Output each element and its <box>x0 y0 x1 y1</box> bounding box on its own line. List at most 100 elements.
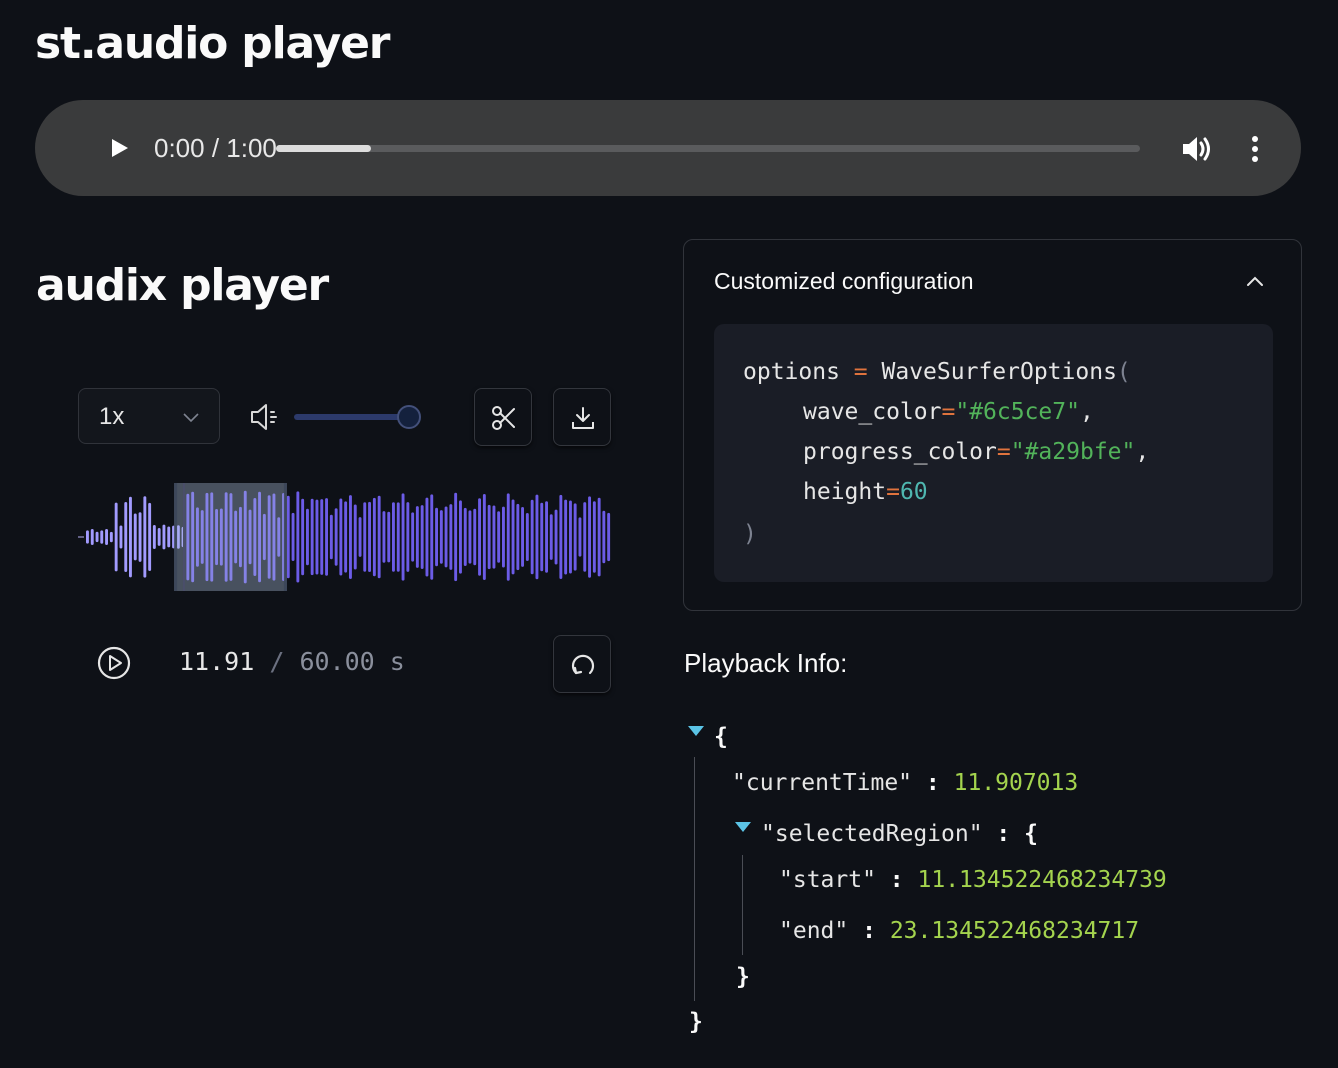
waveform-bar <box>430 494 434 580</box>
waveform-bar <box>100 530 104 544</box>
code-token: wave_color <box>803 399 942 425</box>
volume-icon[interactable] <box>1181 134 1213 164</box>
code-token: , <box>1079 399 1094 425</box>
region-end-handle[interactable] <box>283 483 287 591</box>
volume-slider-track[interactable] <box>294 414 408 420</box>
waveform-bar <box>363 502 367 572</box>
json-colon: : <box>862 918 876 944</box>
waveform-bar <box>296 491 300 583</box>
waveform-bar <box>573 503 577 571</box>
play-circle-icon[interactable] <box>96 645 132 681</box>
waveform-bar <box>315 499 319 575</box>
volume-slider-thumb[interactable] <box>397 405 421 429</box>
collapse-triangle-icon[interactable] <box>687 725 705 737</box>
json-value: 23.134522468234717 <box>889 918 1140 944</box>
waveform-bar <box>545 501 548 573</box>
code-token: 60 <box>899 479 928 505</box>
waveform-bar <box>578 517 582 557</box>
scissors-icon <box>492 406 515 430</box>
waveform-bar <box>506 493 510 581</box>
waveform-bar <box>334 508 338 566</box>
waveform-bar <box>492 505 496 569</box>
native-audio-player: 0:00 / 1:00 <box>35 100 1301 196</box>
total-time: 60.00 <box>299 647 375 676</box>
waveform-bar <box>353 504 357 570</box>
waveform-bar <box>368 501 371 572</box>
waveform-bar <box>592 501 596 573</box>
waveform-canvas[interactable] <box>78 480 612 594</box>
waveform-bar <box>535 494 539 580</box>
waveform-bar <box>105 529 108 545</box>
code-line-5: ) <box>743 521 757 547</box>
download-button[interactable] <box>553 388 611 446</box>
waveform-bar <box>90 529 94 545</box>
json-guide-line <box>742 855 743 955</box>
waveform-bar <box>559 494 563 579</box>
json-open-brace: { <box>714 724 728 750</box>
volume-low-icon[interactable] <box>248 400 282 434</box>
waveform-bar <box>487 504 491 570</box>
waveform-bar <box>148 502 152 571</box>
waveform-bar <box>425 497 429 577</box>
app-page: st.audio player 0:00 / 1:00 audix player… <box>0 0 1338 1068</box>
waveform-bar <box>607 512 611 562</box>
speed-value: 1x <box>99 403 125 430</box>
json-key: "selectedRegion" <box>761 821 983 847</box>
playback-speed-select[interactable]: 1x <box>78 388 220 444</box>
waveform-bar <box>521 507 524 567</box>
code-token: = <box>996 439 1011 465</box>
download-icon <box>572 407 594 429</box>
trim-region-button[interactable] <box>474 388 532 446</box>
json-row-end: "end" : 23.134522468234717 <box>779 916 1139 946</box>
time-readout: 11.91 / 60.00 s <box>179 647 405 677</box>
code-token: = <box>941 399 956 425</box>
waveform-bar <box>463 507 467 566</box>
json-guide-line <box>694 757 695 1001</box>
waveform-bar <box>449 504 453 570</box>
code-token: , <box>1135 439 1150 465</box>
json-value: 11.134522468234739 <box>917 867 1167 893</box>
code-line-2: wave_color="#6c5ce7", <box>803 397 1094 427</box>
time-separator: / <box>269 647 285 676</box>
waveform-bar <box>439 510 443 564</box>
json-colon: : <box>996 821 1011 847</box>
json-colon: : <box>889 867 904 893</box>
waveform-bar <box>588 496 591 578</box>
waveform-bar <box>143 496 147 578</box>
native-progress-bar[interactable] <box>276 145 1140 152</box>
code-token: progress_color <box>803 439 997 465</box>
waveform-bar <box>392 502 395 572</box>
json-row-current-time: "currentTime" : 11.907013 <box>732 768 1078 798</box>
waveform-bar <box>549 514 553 560</box>
waveform-bar <box>301 498 305 576</box>
waveform-bar <box>377 495 381 579</box>
expander-title[interactable]: Customized configuration <box>714 268 974 295</box>
config-expander: Customized configuration options = WaveS… <box>683 239 1302 611</box>
selected-region[interactable] <box>174 483 287 591</box>
waveform-bar <box>86 530 89 544</box>
waveform-bar <box>569 500 572 574</box>
code-line-4: height=60 <box>803 477 928 507</box>
waveform-bar <box>109 531 113 543</box>
waveform-bar <box>310 498 314 576</box>
code-token: = <box>886 479 900 505</box>
collapse-triangle-icon[interactable] <box>734 821 752 833</box>
json-key: "start" <box>779 867 876 893</box>
waveform-bar <box>435 507 438 567</box>
current-time: 11.91 <box>179 647 255 676</box>
waveform-bar <box>420 505 424 569</box>
play-icon[interactable] <box>107 136 131 160</box>
chevron-up-icon[interactable] <box>1244 270 1266 292</box>
code-token: options <box>743 359 840 385</box>
waveform-bar <box>320 499 324 575</box>
waveform-bar <box>401 493 405 581</box>
region-start-handle[interactable] <box>174 483 178 591</box>
waveform-bar <box>329 514 333 560</box>
json-key: "currentTime" <box>732 770 913 796</box>
more-options-icon[interactable] <box>1245 134 1265 164</box>
waveform-bar <box>124 502 128 572</box>
waveform-bar <box>468 510 472 564</box>
waveform-bar <box>133 513 137 561</box>
waveform-bar <box>152 525 156 549</box>
reset-button[interactable] <box>553 635 611 693</box>
